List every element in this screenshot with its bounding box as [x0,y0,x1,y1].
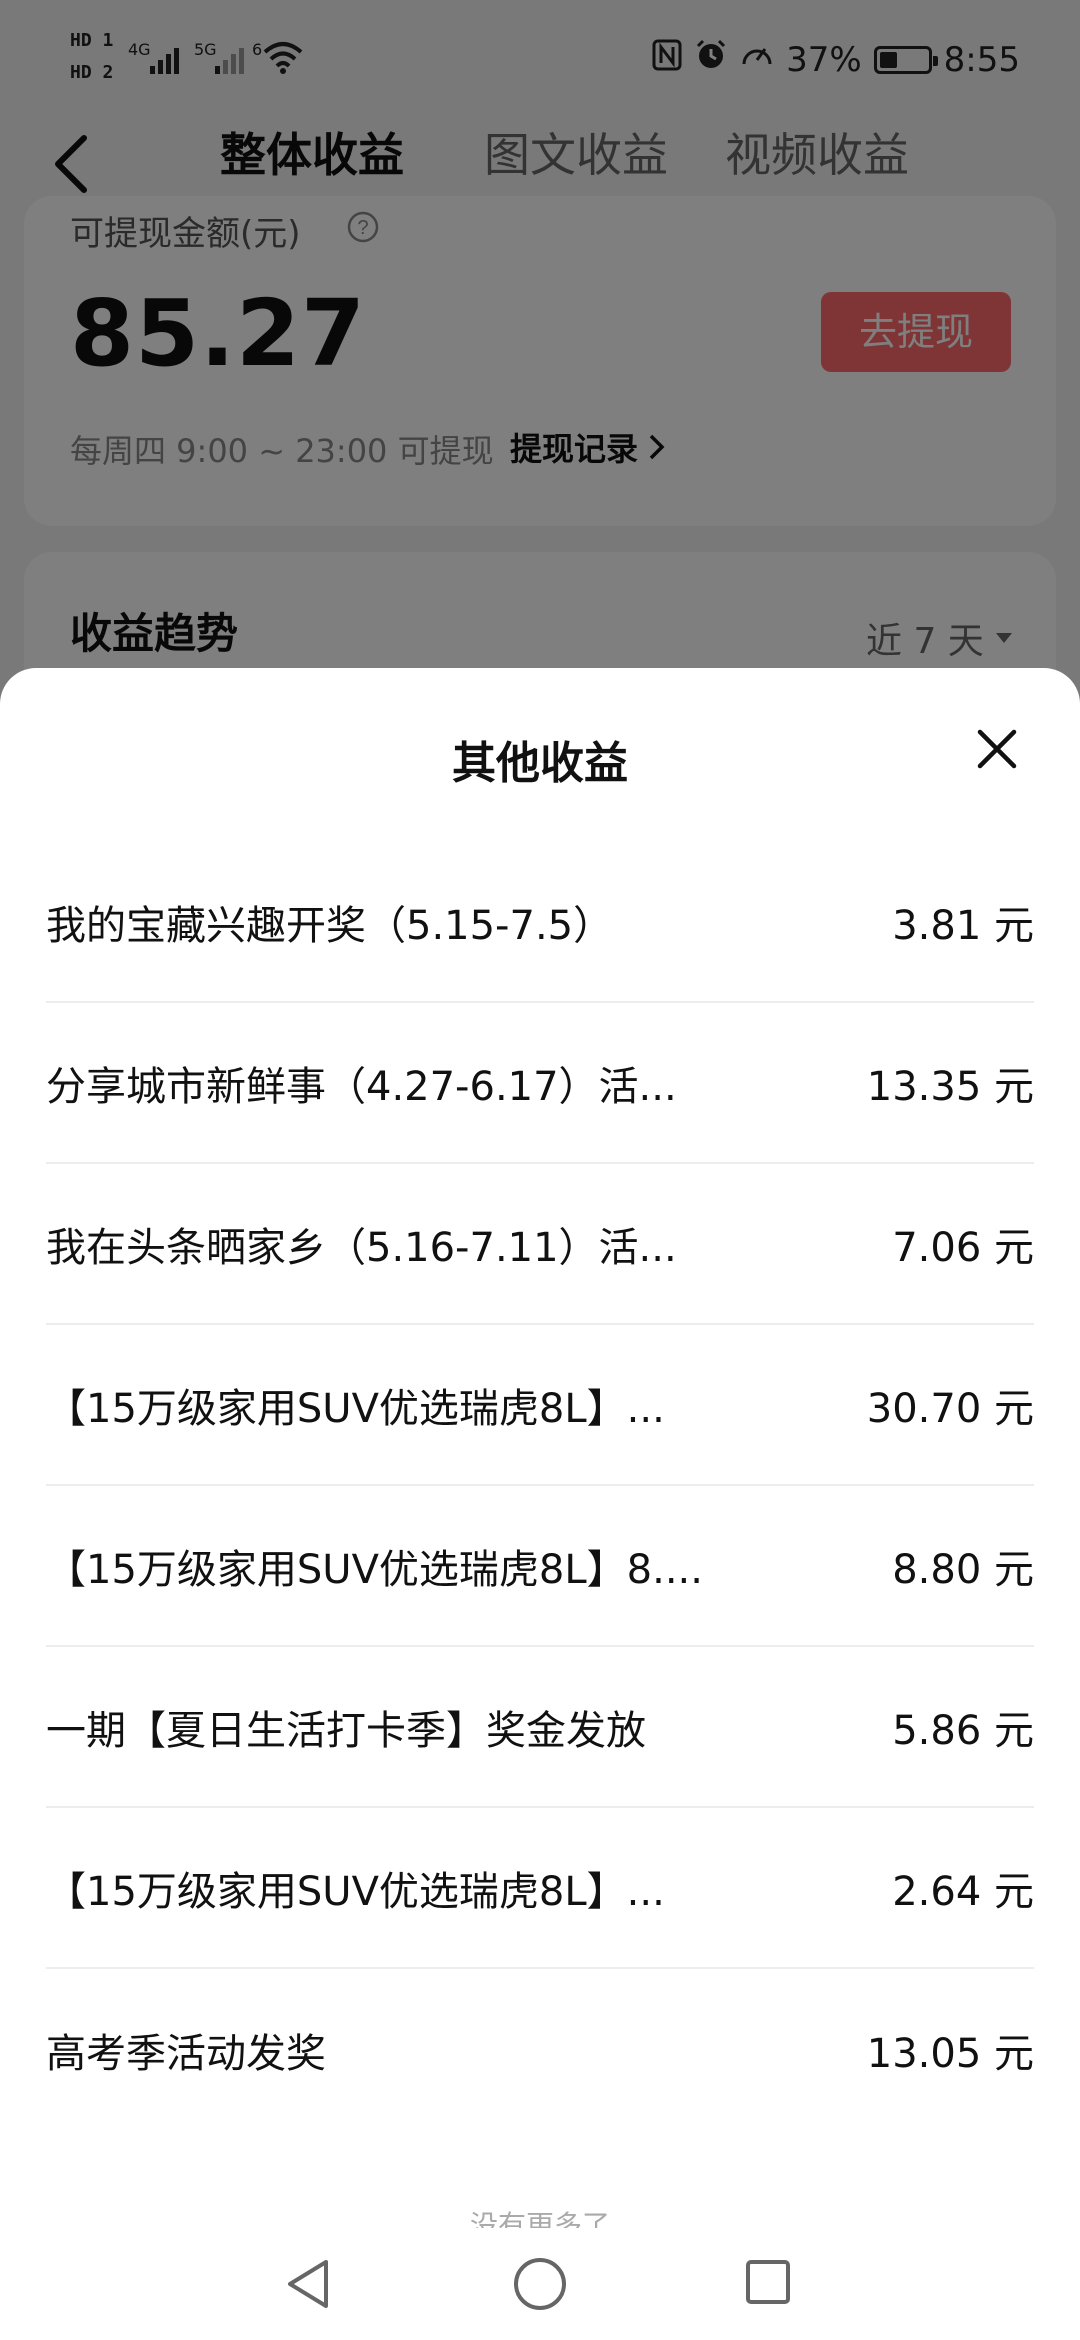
square-recents-icon [746,2260,790,2304]
system-nav-bar [0,2228,1080,2340]
nav-home-button[interactable] [512,2256,568,2316]
earnings-row-name: 【15万级家用SUV优选瑞虎8L】... [46,1385,665,1432]
earnings-row[interactable]: 【15万级家用SUV优选瑞虎8L】... 2.64 元 [46,1808,1034,1969]
earnings-row-name: 我在头条晒家乡（5.16-7.11）活... [46,1224,677,1271]
earnings-row-name: 分享城市新鲜事（4.27-6.17）活... [46,1063,677,1110]
circle-home-icon [514,2258,566,2310]
no-more-label: 没有更多了 [469,2209,610,2228]
earnings-row-name: 【15万级家用SUV优选瑞虎8L】... [46,1868,665,1915]
nav-back-button[interactable] [284,2256,332,2316]
earnings-row-value: 3.81 元 [892,902,1034,949]
earnings-row[interactable]: 高考季活动发奖 13.05 元 [46,1969,1034,2130]
triangle-back-icon [288,2260,328,2308]
earnings-row-name: 高考季活动发奖 [46,2030,326,2077]
earnings-row[interactable]: 我在头条晒家乡（5.16-7.11）活... 7.06 元 [46,1164,1034,1325]
sheet-title: 其他收益 [452,738,628,789]
earnings-row-name: 【15万级家用SUV优选瑞虎8L】8.... [46,1546,703,1593]
earnings-row[interactable]: 我的宝藏兴趣开奖（5.15-7.5） 3.81 元 [46,842,1034,1003]
nav-recents-button[interactable] [744,2258,792,2310]
earnings-row-name: 一期【夏日生活打卡季】奖金发放 [46,1707,646,1754]
earnings-row-value: 30.70 元 [866,1385,1034,1432]
earnings-row-value: 7.06 元 [892,1224,1034,1271]
close-button[interactable] [972,724,1022,774]
earnings-row-name: 我的宝藏兴趣开奖（5.15-7.5） [46,902,614,949]
earnings-row-value: 13.35 元 [866,1063,1034,1110]
close-icon [977,729,1017,769]
earnings-row-value: 2.64 元 [892,1868,1034,1915]
earnings-row-value: 13.05 元 [866,2030,1034,2077]
earnings-row[interactable]: 一期【夏日生活打卡季】奖金发放 5.86 元 [46,1647,1034,1808]
earnings-row-value: 8.80 元 [892,1546,1034,1593]
earnings-row[interactable]: 分享城市新鲜事（4.27-6.17）活... 13.35 元 [46,1003,1034,1164]
earnings-row[interactable]: 【15万级家用SUV优选瑞虎8L】8.... 8.80 元 [46,1486,1034,1647]
earnings-row[interactable]: 【15万级家用SUV优选瑞虎8L】... 30.70 元 [46,1325,1034,1486]
earnings-row-value: 5.86 元 [892,1707,1034,1754]
